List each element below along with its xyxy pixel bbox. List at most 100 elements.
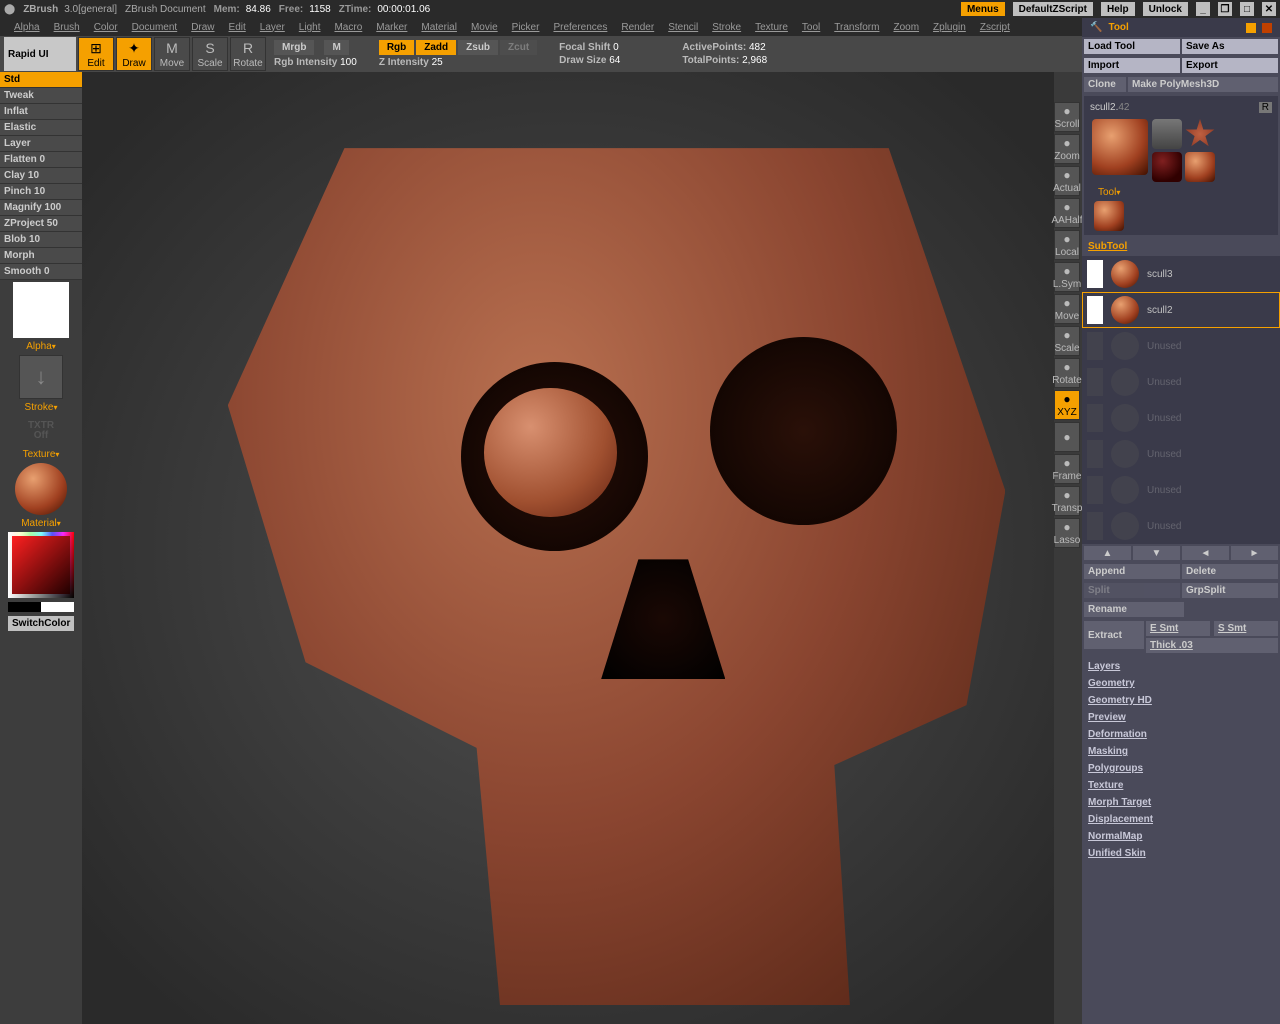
stroke-label[interactable]: Stroke [0, 401, 82, 414]
menu-transform[interactable]: Transform [834, 22, 879, 33]
rotate-mode-button[interactable]: RRotate [230, 37, 266, 71]
extract-button[interactable]: Extract [1084, 621, 1144, 649]
menu-stroke[interactable]: Stroke [712, 22, 741, 33]
menu-edit[interactable]: Edit [229, 22, 246, 33]
menu-render[interactable]: Render [621, 22, 654, 33]
r-button[interactable]: R [1259, 102, 1272, 113]
subtool-down-button[interactable]: ▼ [1133, 546, 1180, 560]
visibility-toggle[interactable] [1087, 296, 1103, 324]
visibility-toggle[interactable] [1087, 404, 1103, 432]
dock-l-sym[interactable]: ●L.Sym [1054, 262, 1080, 292]
mrgb-button[interactable]: Mrgb [274, 40, 314, 55]
menu-alpha[interactable]: Alpha [14, 22, 40, 33]
unlock-button[interactable]: Unlock [1143, 2, 1188, 16]
brush-inflat[interactable]: Inflat [0, 104, 82, 120]
tool-thumb-main[interactable] [1092, 119, 1148, 175]
section-polygroups[interactable]: Polygroups [1088, 763, 1274, 774]
import-button[interactable]: Import [1084, 58, 1180, 73]
default-zscript-button[interactable]: DefaultZScript [1013, 2, 1093, 16]
stroke-slot[interactable]: ↓ [19, 355, 63, 399]
panel-min-icon[interactable] [1246, 23, 1256, 33]
brush-zproject[interactable]: ZProject 50 [0, 216, 82, 232]
tool-thumb-brush[interactable] [1152, 119, 1182, 149]
visibility-toggle[interactable] [1087, 476, 1103, 504]
move-mode-button[interactable]: MMove [154, 37, 190, 71]
dock-local[interactable]: ●Local [1054, 230, 1080, 260]
subtool-header[interactable]: SubTool [1082, 237, 1280, 256]
visibility-toggle[interactable] [1087, 512, 1103, 540]
material-slot[interactable] [15, 463, 67, 515]
scale-mode-button[interactable]: SScale [192, 37, 228, 71]
rgb-button[interactable]: Rgb [379, 40, 414, 55]
thick-slider[interactable]: Thick .03 [1146, 638, 1278, 653]
menu-color[interactable]: Color [94, 22, 118, 33]
dock-zoom[interactable]: ●Zoom [1054, 134, 1080, 164]
zadd-button[interactable]: Zadd [416, 40, 456, 55]
dock-tool[interactable]: ● [1054, 422, 1080, 452]
material-label[interactable]: Material [0, 517, 82, 530]
color-picker[interactable] [8, 532, 74, 598]
menu-light[interactable]: Light [299, 22, 321, 33]
menu-picker[interactable]: Picker [512, 22, 540, 33]
dock-aahalf[interactable]: ●AAHalf [1054, 198, 1080, 228]
subtool-left-button[interactable]: ◄ [1182, 546, 1229, 560]
focal-shift-value[interactable]: 0 [613, 42, 619, 53]
tool-thumb-current[interactable] [1094, 201, 1124, 231]
section-unified-skin[interactable]: Unified Skin [1088, 848, 1274, 859]
export-button[interactable]: Export [1182, 58, 1278, 73]
section-preview[interactable]: Preview [1088, 712, 1274, 723]
menu-zplugin[interactable]: Zplugin [933, 22, 966, 33]
save-as-button[interactable]: Save As [1182, 39, 1278, 54]
tool-thumb-sphere[interactable] [1185, 152, 1215, 182]
tool-thumb-dark[interactable] [1152, 152, 1182, 182]
dock-transp[interactable]: ●Transp [1054, 486, 1080, 516]
subtool-item[interactable]: Unused [1082, 400, 1280, 436]
brush-morph[interactable]: Morph [0, 248, 82, 264]
menu-tool[interactable]: Tool [802, 22, 820, 33]
menu-document[interactable]: Document [132, 22, 178, 33]
zcut-button[interactable]: Zcut [500, 40, 537, 55]
draw-mode-button[interactable]: ✦Draw [116, 37, 152, 71]
subtool-item[interactable]: scull3 [1082, 256, 1280, 292]
split-button[interactable]: Split [1084, 583, 1180, 598]
dock-lasso[interactable]: ●Lasso [1054, 518, 1080, 548]
brush-blob[interactable]: Blob 10 [0, 232, 82, 248]
menus-button[interactable]: Menus [961, 2, 1005, 16]
rename-button[interactable]: Rename [1084, 602, 1184, 617]
brush-pinch[interactable]: Pinch 10 [0, 184, 82, 200]
make-polymesh-button[interactable]: Make PolyMesh3D [1128, 77, 1278, 92]
menu-zoom[interactable]: Zoom [893, 22, 919, 33]
panel-close-icon[interactable] [1262, 23, 1272, 33]
edit-mode-button[interactable]: ⊞Edit [78, 37, 114, 71]
dock-move[interactable]: ●Move [1054, 294, 1080, 324]
delete-button[interactable]: Delete [1182, 564, 1278, 579]
zsub-button[interactable]: Zsub [458, 40, 498, 55]
ssmt-button[interactable]: S Smt [1214, 621, 1278, 636]
section-deformation[interactable]: Deformation [1088, 729, 1274, 740]
section-normalmap[interactable]: NormalMap [1088, 831, 1274, 842]
switch-color-button[interactable]: SwitchColor [8, 616, 74, 631]
clone-button[interactable]: Clone [1084, 77, 1126, 92]
m-button[interactable]: M [324, 40, 348, 55]
menu-draw[interactable]: Draw [191, 22, 214, 33]
menu-material[interactable]: Material [421, 22, 457, 33]
bw-swatches[interactable] [8, 602, 74, 612]
subtool-right-button[interactable]: ► [1231, 546, 1278, 560]
maximize-icon[interactable]: □ [1240, 2, 1254, 16]
menu-preferences[interactable]: Preferences [553, 22, 607, 33]
dock-frame[interactable]: ●Frame [1054, 454, 1080, 484]
subtool-up-button[interactable]: ▲ [1084, 546, 1131, 560]
brush-layer[interactable]: Layer [0, 136, 82, 152]
section-texture[interactable]: Texture [1088, 780, 1274, 791]
minimize-icon[interactable]: _ [1196, 2, 1210, 16]
menu-stencil[interactable]: Stencil [668, 22, 698, 33]
subtool-item[interactable]: Unused [1082, 364, 1280, 400]
menu-macro[interactable]: Macro [334, 22, 362, 33]
grpsplit-button[interactable]: GrpSplit [1182, 583, 1278, 598]
dock-rotate[interactable]: ●Rotate [1054, 358, 1080, 388]
z-intensity-value[interactable]: 25 [432, 57, 443, 68]
help-button[interactable]: Help [1101, 2, 1135, 16]
menu-movie[interactable]: Movie [471, 22, 498, 33]
visibility-toggle[interactable] [1087, 332, 1103, 360]
menu-marker[interactable]: Marker [376, 22, 407, 33]
